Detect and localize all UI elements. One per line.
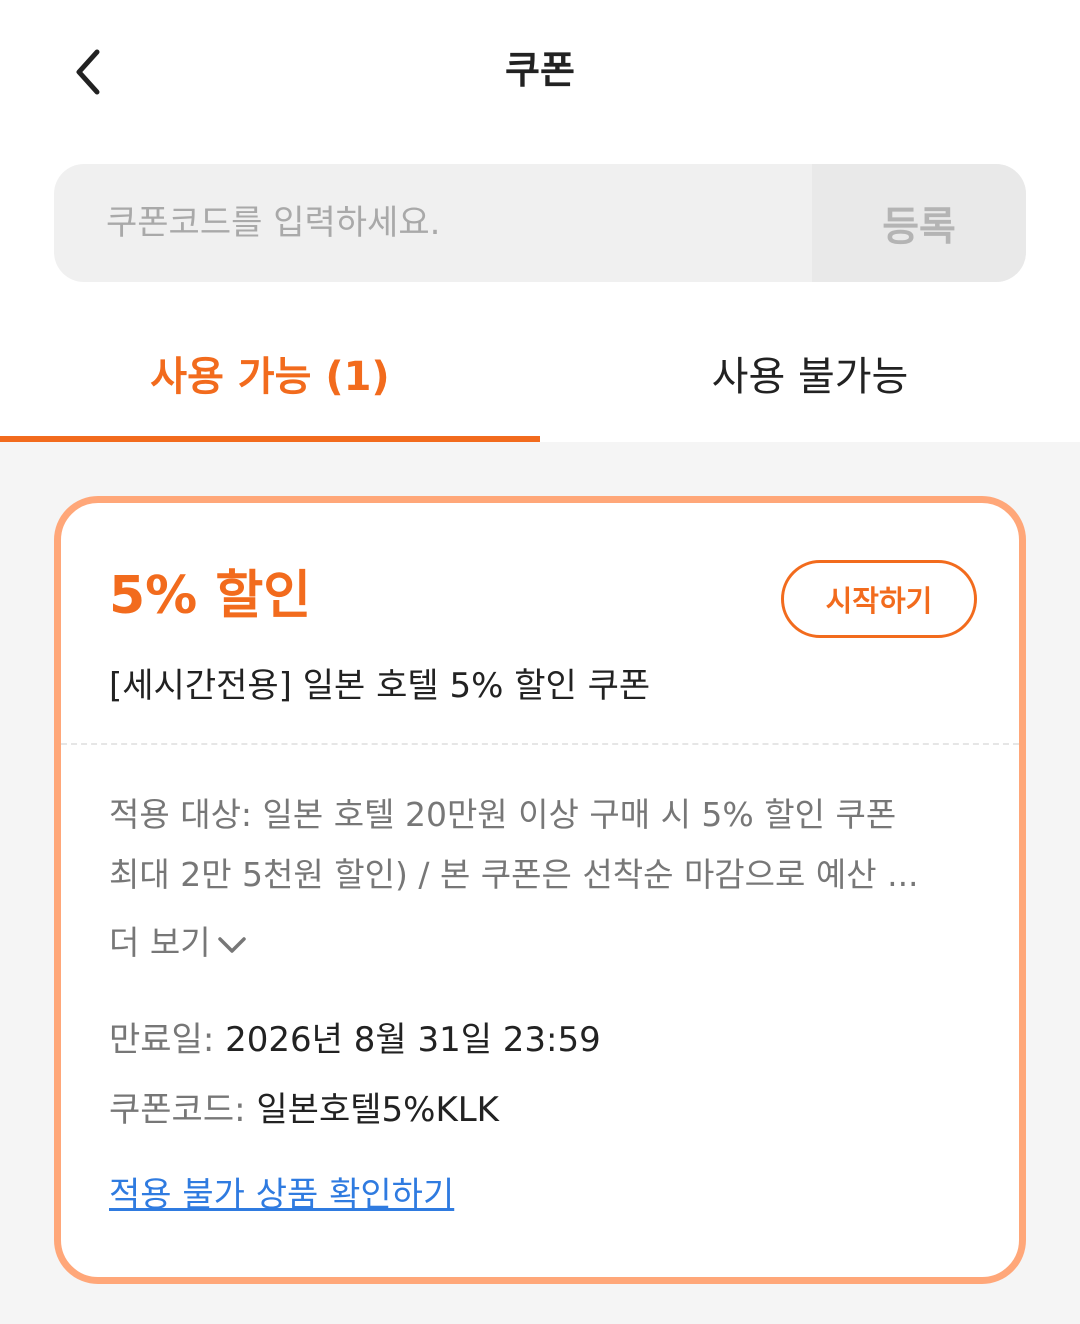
- start-button[interactable]: 시작하기: [781, 560, 977, 638]
- active-tab-indicator: [0, 436, 540, 442]
- coupon-code-label: 쿠폰코드:: [109, 1090, 246, 1130]
- register-button[interactable]: 등록: [812, 164, 1026, 282]
- tab-unavailable-label: 사용 불가능: [711, 354, 909, 400]
- coupon-code-bar: 등록: [54, 164, 1026, 282]
- coupon-subtitle: [세시간전용] 일본 호텔 5% 할인 쿠폰: [109, 666, 651, 706]
- show-more-button[interactable]: 더 보기: [109, 913, 247, 973]
- description-line-2: 최대 2만 5천원 할인) / 본 쿠폰은 선착순 마감으로 예산 ...: [109, 855, 919, 894]
- dashed-divider: [61, 743, 1019, 745]
- expiry-row: 만료일: 2026년 8월 31일 23:59: [109, 1013, 601, 1067]
- top-section: 쿠폰 등록 사용 가능 (1) 사용 불가능: [0, 0, 1080, 442]
- tab-available-label: 사용 가능 (1): [150, 354, 390, 400]
- expiry-label: 만료일:: [109, 1020, 215, 1060]
- coupon-code-row: 쿠폰코드: 일본호텔5%KLK: [109, 1083, 499, 1137]
- tab-available[interactable]: 사용 가능 (1): [0, 330, 540, 442]
- show-more-label: 더 보기: [109, 923, 211, 962]
- chevron-down-icon: [217, 937, 246, 953]
- description-line-1: 적용 대상: 일본 호텔 20만원 이상 구매 시 5% 할인 쿠폰: [109, 795, 897, 834]
- tab-unavailable[interactable]: 사용 불가능: [540, 330, 1080, 442]
- coupon-headline: 5% 할인: [109, 566, 312, 626]
- coupon-code-input[interactable]: [54, 164, 812, 282]
- coupon-description: 적용 대상: 일본 호텔 20만원 이상 구매 시 5% 할인 쿠폰 최대 2만…: [109, 785, 979, 905]
- coupon-card: 5% 할인 시작하기 [세시간전용] 일본 호텔 5% 할인 쿠폰 적용 대상:…: [54, 496, 1026, 1284]
- excluded-products-link[interactable]: 적용 불가 상품 확인하기: [109, 1168, 454, 1222]
- coupon-code-value: 일본호텔5%KLK: [256, 1090, 499, 1130]
- page-title: 쿠폰: [505, 48, 575, 92]
- expiry-value: 2026년 8월 31일 23:59: [225, 1020, 601, 1060]
